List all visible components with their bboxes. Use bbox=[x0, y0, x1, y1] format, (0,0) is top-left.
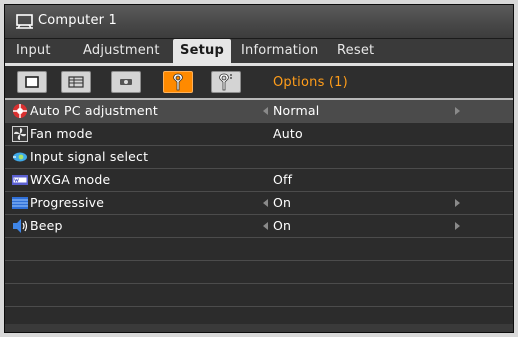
sub-tabs: Options (1) bbox=[5, 66, 513, 100]
subtab-menu[interactable] bbox=[61, 71, 91, 93]
setting-value: Auto bbox=[273, 126, 303, 141]
setting-label: Beep bbox=[30, 218, 63, 233]
setting-label: WXGA mode bbox=[30, 172, 111, 187]
arrow-left-icon[interactable] bbox=[263, 199, 268, 207]
footer-bar bbox=[5, 324, 513, 332]
setting-label: Fan mode bbox=[30, 126, 93, 141]
arrow-left-icon[interactable] bbox=[263, 222, 268, 230]
subtab-options-1[interactable] bbox=[163, 71, 193, 93]
setting-value: Off bbox=[273, 172, 293, 187]
input-signal-icon bbox=[13, 152, 27, 162]
wxga-icon bbox=[12, 175, 28, 185]
subtab-installation[interactable] bbox=[111, 71, 141, 93]
settings-list: Auto PC adjustment Normal Fan mode Auto bbox=[5, 100, 513, 330]
subtab-active-label: Options (1) bbox=[273, 75, 348, 90]
computer-monitor-icon bbox=[16, 14, 33, 29]
subtab-general[interactable] bbox=[17, 71, 47, 93]
setting-label: Auto PC adjustment bbox=[30, 103, 158, 118]
setting-value: Normal bbox=[273, 103, 320, 118]
screen-general-icon bbox=[25, 76, 39, 88]
setting-progressive[interactable]: Progressive On bbox=[5, 192, 513, 215]
title-bar: Computer 1 bbox=[5, 5, 513, 39]
subtab-options-2[interactable] bbox=[211, 71, 241, 93]
empty-row bbox=[5, 261, 513, 284]
arrow-right-icon[interactable] bbox=[455, 199, 460, 207]
setting-wxga-mode[interactable]: WXGA mode Off bbox=[5, 169, 513, 192]
arrow-right-icon[interactable] bbox=[455, 107, 460, 115]
setting-input-signal-select[interactable]: Input signal select bbox=[5, 146, 513, 169]
arrow-left-icon[interactable] bbox=[263, 107, 268, 115]
main-tabs: Input Adjustment Setup Information Reset bbox=[5, 39, 513, 66]
setting-value: On bbox=[273, 195, 292, 210]
installation-icon bbox=[120, 79, 132, 85]
fan-icon bbox=[12, 126, 28, 142]
setting-label: Progressive bbox=[30, 195, 105, 210]
auto-adjust-icon bbox=[13, 104, 27, 118]
empty-row bbox=[5, 238, 513, 261]
setting-beep[interactable]: Beep On bbox=[5, 215, 513, 238]
tab-input[interactable]: Input bbox=[16, 39, 51, 63]
tab-adjustment[interactable]: Adjustment bbox=[83, 39, 160, 63]
setting-label: Input signal select bbox=[30, 149, 149, 164]
setting-fan-mode[interactable]: Fan mode Auto bbox=[5, 123, 513, 146]
osd-menu: Computer 1 Input Adjustment Setup Inform… bbox=[0, 0, 518, 337]
tab-reset[interactable]: Reset bbox=[337, 39, 374, 63]
progressive-icon bbox=[12, 197, 28, 209]
window-title: Computer 1 bbox=[38, 13, 118, 28]
setting-auto-pc-adjustment[interactable]: Auto PC adjustment Normal bbox=[5, 100, 513, 123]
arrow-right-icon[interactable] bbox=[455, 222, 460, 230]
menu-grid-icon bbox=[68, 76, 84, 88]
options-wrench-icon bbox=[173, 73, 183, 91]
speaker-icon bbox=[13, 219, 28, 233]
tab-setup[interactable]: Setup bbox=[173, 39, 231, 66]
empty-row bbox=[5, 284, 513, 307]
setting-value: On bbox=[273, 218, 292, 233]
tab-information[interactable]: Information bbox=[241, 39, 318, 63]
menu-frame: Computer 1 Input Adjustment Setup Inform… bbox=[4, 4, 514, 333]
options-wrench-2-icon bbox=[219, 73, 232, 91]
